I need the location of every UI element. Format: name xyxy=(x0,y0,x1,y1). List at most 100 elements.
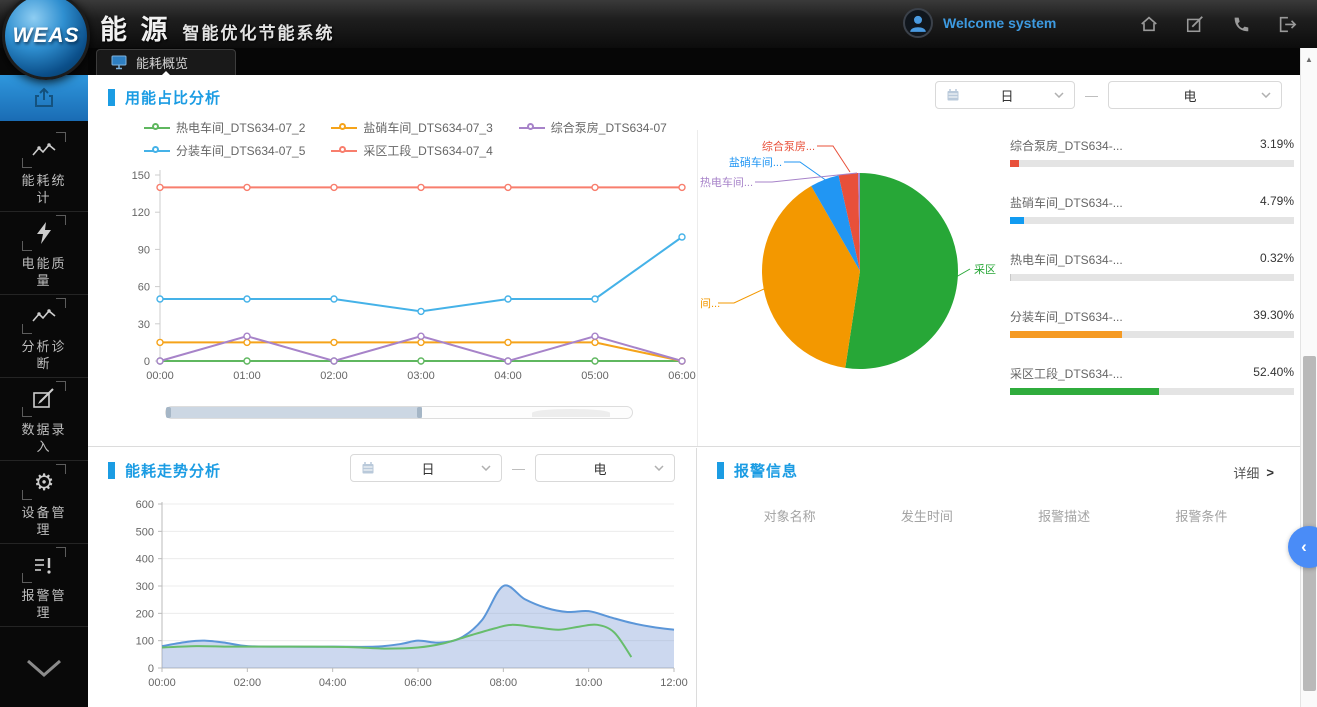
svg-text:04:00: 04:00 xyxy=(494,370,522,382)
home-icon[interactable] xyxy=(1139,14,1159,39)
edit-icon[interactable] xyxy=(1185,14,1205,39)
user-avatar-icon xyxy=(903,8,933,38)
sidebar-collapse-button[interactable] xyxy=(0,628,88,707)
legend-marker-icon xyxy=(144,123,170,133)
svg-text:综合泵房...: 综合泵房... xyxy=(762,139,815,153)
svg-text:200: 200 xyxy=(136,608,154,620)
legend-item[interactable]: 盐硝车间_DTS634-07_3 xyxy=(331,119,492,136)
legend-item[interactable]: 分装车间_DTS634-07_5 xyxy=(144,142,305,159)
trend-area-chart: 010020030040050060000:0002:0004:0006:000… xyxy=(114,496,694,701)
monitor-icon xyxy=(111,55,127,70)
ranking-bar-fill xyxy=(1010,331,1122,338)
sidebar-item-device-management[interactable]: ⚙ 设备管理 xyxy=(0,462,88,544)
app-title: 能 源 智能优化节能系统 xyxy=(100,8,335,47)
sidebar-item-power-quality[interactable]: 电能质量 xyxy=(0,213,88,295)
sidebar-item-analysis-diagnosis[interactable]: 分析诊断 xyxy=(0,296,88,378)
alarm-panel: 报警信息 详细 > 对象名称发生时间报警描述报警条件 xyxy=(697,448,1300,707)
scrollbar[interactable]: ▲ xyxy=(1300,48,1317,707)
sidebar-item-energy-statistics[interactable]: 能耗统计 xyxy=(0,130,88,212)
logout-icon[interactable] xyxy=(1277,14,1297,39)
usage-period-select[interactable]: 日 xyxy=(935,81,1075,109)
svg-text:30: 30 xyxy=(138,319,150,331)
legend-label: 盐硝车间_DTS634-07_3 xyxy=(363,119,492,136)
ranking-bar-fill xyxy=(1010,388,1159,395)
svg-text:05:00: 05:00 xyxy=(581,370,609,382)
svg-text:01:00: 01:00 xyxy=(233,370,261,382)
scroll-up-icon[interactable]: ▲ xyxy=(1301,55,1317,64)
svg-text:300: 300 xyxy=(136,581,154,593)
svg-text:600: 600 xyxy=(136,499,154,511)
svg-text:00:00: 00:00 xyxy=(148,677,176,689)
svg-text:采区: 采区 xyxy=(974,263,996,276)
ranking-bar-track xyxy=(1010,274,1294,281)
title-accent-bar xyxy=(108,462,115,479)
trend-energy-select[interactable]: 电 xyxy=(535,454,675,482)
svg-text:06:00: 06:00 xyxy=(404,677,432,689)
title-accent-bar xyxy=(717,462,724,479)
usage-line-chart: 030609012015000:0001:0002:0003:0004:0005… xyxy=(102,159,702,404)
alarm-panel-title: 报警信息 xyxy=(717,460,798,481)
sidebar-item-label: 能耗统计 xyxy=(15,172,73,206)
svg-text:400: 400 xyxy=(136,554,154,566)
svg-text:90: 90 xyxy=(138,244,150,256)
alarm-column-header: 报警描述 xyxy=(996,506,1133,525)
legend-marker-icon xyxy=(331,123,357,133)
svg-text:04:00: 04:00 xyxy=(319,677,347,689)
trend-energy-value: 电 xyxy=(546,459,654,478)
ranking-item: 综合泵房_DTS634-...3.19% xyxy=(1010,137,1294,167)
trend-period-select[interactable]: 日 xyxy=(350,454,502,482)
svg-text:12:00: 12:00 xyxy=(660,677,688,689)
legend-item[interactable]: 综合泵房_DTS634-07 xyxy=(519,119,667,136)
tab-label: 能耗概览 xyxy=(136,53,188,72)
sidebar: 能耗统计 电能质量 分析诊断 数据录入 ⚙ 设备管理 报警管理 xyxy=(0,48,88,707)
legend-marker-icon xyxy=(144,146,170,156)
tab-strip: 能耗概览 xyxy=(88,48,1300,75)
alarm-column-header: 报警条件 xyxy=(1133,506,1270,525)
ranking-bar-fill xyxy=(1010,217,1024,224)
data-zoom-preview-shadow xyxy=(532,409,610,417)
range-dash: — xyxy=(1085,88,1098,103)
legend-item[interactable]: 采区工段_DTS634-07_4 xyxy=(331,142,492,159)
data-zoom-handle-right[interactable] xyxy=(417,407,422,418)
usage-panel-title: 用能占比分析 xyxy=(108,87,221,108)
ranking-item-name: 分装车间_DTS634-... xyxy=(1010,308,1123,325)
svg-text:00:00: 00:00 xyxy=(146,370,174,382)
trend-wave-icon xyxy=(25,135,63,165)
ranking-item-percent: 39.30% xyxy=(1253,308,1294,325)
phone-icon[interactable] xyxy=(1231,14,1251,39)
usage-ranking-list: 综合泵房_DTS634-...3.19%盐硝车间_DTS634-...4.79%… xyxy=(1010,137,1294,422)
sidebar-item-overview[interactable] xyxy=(0,75,88,121)
sidebar-item-label: 分析诊断 xyxy=(15,338,73,372)
data-zoom-selected-range[interactable] xyxy=(166,407,422,418)
tab-energy-overview[interactable]: 能耗概览 xyxy=(96,49,236,75)
app-title-main: 能 源 xyxy=(100,8,171,47)
scrollbar-thumb[interactable] xyxy=(1303,356,1316,691)
alarm-detail-link[interactable]: 详细 > xyxy=(1233,463,1274,482)
user-menu[interactable]: Welcome system xyxy=(903,8,1056,38)
sidebar-item-label: 电能质量 xyxy=(15,255,73,289)
trend-panel-title: 能耗走势分析 xyxy=(108,460,221,481)
data-zoom-slider[interactable] xyxy=(165,406,633,419)
trend-period-value: 日 xyxy=(375,459,481,478)
ranking-bar-fill xyxy=(1010,160,1019,167)
svg-text:0: 0 xyxy=(148,663,154,675)
legend-label: 分装车间_DTS634-07_5 xyxy=(176,142,305,159)
usage-energy-select[interactable]: 电 xyxy=(1108,81,1282,109)
legend-label: 综合泵房_DTS634-07 xyxy=(551,119,667,136)
alarm-header-row: 对象名称发生时间报警描述报警条件 xyxy=(721,506,1270,525)
alarm-column-header: 对象名称 xyxy=(721,506,858,525)
ranking-item-name: 综合泵房_DTS634-... xyxy=(1010,137,1123,154)
data-zoom-handle-left[interactable] xyxy=(166,407,171,418)
usage-energy-value: 电 xyxy=(1119,86,1261,105)
sidebar-item-alarm-management[interactable]: 报警管理 xyxy=(0,545,88,627)
svg-text:热电车间...: 热电车间... xyxy=(700,175,753,189)
ranking-item: 采区工段_DTS634-...52.40% xyxy=(1010,365,1294,395)
calendar-icon xyxy=(946,88,960,102)
sidebar-item-label: 报警管理 xyxy=(15,587,73,621)
calendar-icon xyxy=(361,461,375,475)
legend-item[interactable]: 热电车间_DTS634-07_2 xyxy=(144,119,305,136)
sidebar-item-data-entry[interactable]: 数据录入 xyxy=(0,379,88,461)
panel-divider xyxy=(697,130,698,446)
trend-panel: 能耗走势分析 日 — 电 010020030040050060000:0002:… xyxy=(88,448,697,707)
legend-marker-icon xyxy=(519,123,545,133)
